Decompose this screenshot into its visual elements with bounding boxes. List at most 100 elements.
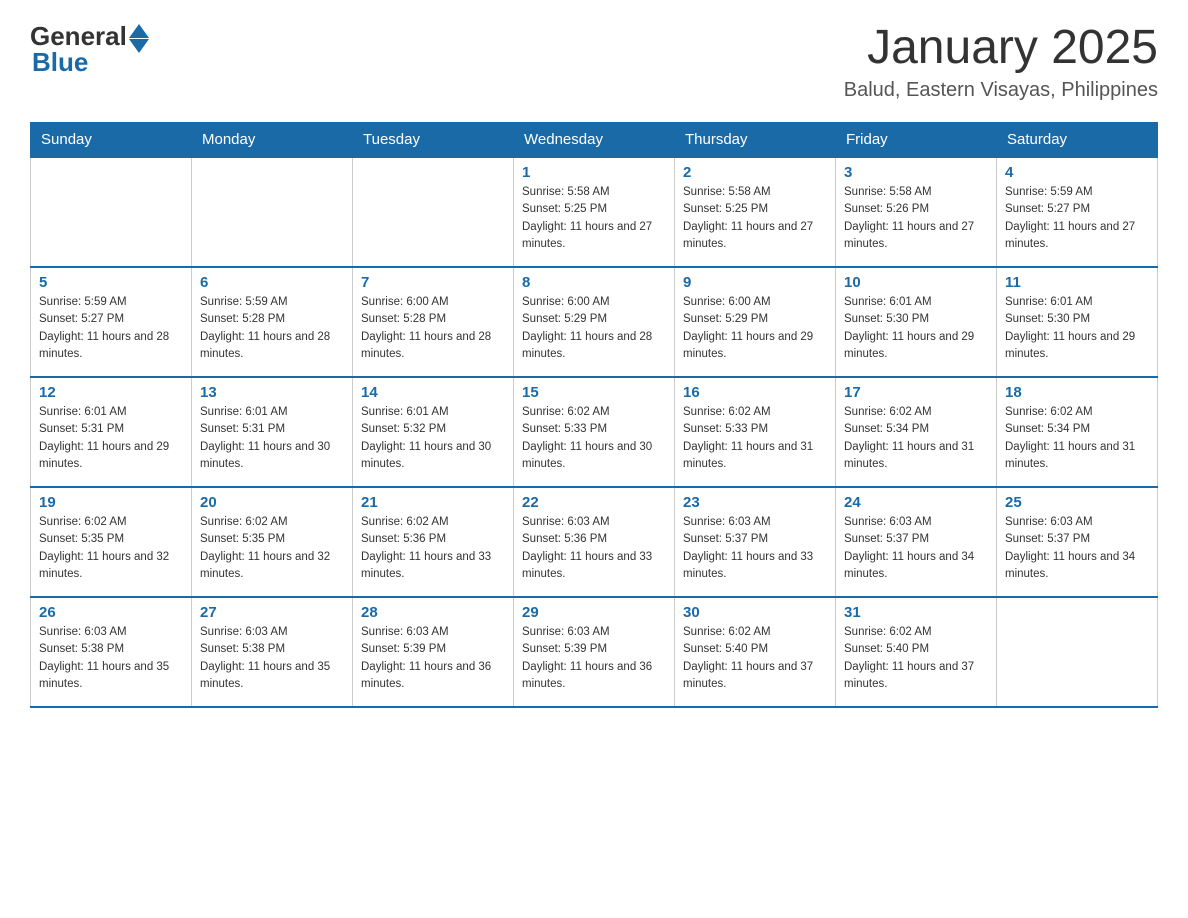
calendar-cell: 12 Sunrise: 6:01 AM Sunset: 5:31 PM Dayli…: [31, 377, 192, 487]
day-number: 8: [522, 274, 666, 291]
day-number: 2: [683, 164, 827, 181]
calendar-cell: 6 Sunrise: 5:59 AM Sunset: 5:28 PM Daylig…: [192, 267, 353, 377]
calendar-week-row: 1Sunrise: 5:58 AM Sunset: 5:25 PM Daylig…: [31, 157, 1158, 267]
day-info: Sunrise: 5:59 AM Sunset: 5:27 PM Dayligh…: [39, 294, 183, 363]
calendar-cell: 19 Sunrise: 6:02 AM Sunset: 5:35 PM Dayli…: [31, 487, 192, 597]
day-number: 15: [522, 384, 666, 401]
calendar-week-row: 5 Sunrise: 5:59 AM Sunset: 5:27 PM Daylig…: [31, 267, 1158, 377]
day-info: Sunrise: 6:02 AM Sunset: 5:40 PM Dayligh…: [844, 624, 988, 693]
calendar-cell: 25 Sunrise: 6:03 AM Sunset: 5:37 PM Dayli…: [997, 487, 1158, 597]
day-info: Sunrise: 6:03 AM Sunset: 5:37 PM Dayligh…: [844, 514, 988, 583]
calendar-cell: 15 Sunrise: 6:02 AM Sunset: 5:33 PM Dayli…: [514, 377, 675, 487]
calendar-cell: 27 Sunrise: 6:03 AM Sunset: 5:38 PM Dayli…: [192, 597, 353, 707]
day-number: 4: [1005, 164, 1149, 181]
day-number: 21: [361, 494, 505, 511]
day-number: 26: [39, 604, 183, 621]
logo: General Blue: [30, 20, 149, 78]
day-number: 12: [39, 384, 183, 401]
day-number: 9: [683, 274, 827, 291]
day-number: 3: [844, 164, 988, 181]
calendar-cell: 23Sunrise: 6:03 AM Sunset: 5:37 PM Dayli…: [675, 487, 836, 597]
day-of-week-header: Sunday: [31, 123, 192, 158]
calendar-cell: 16 Sunrise: 6:02 AM Sunset: 5:33 PM Dayli…: [675, 377, 836, 487]
day-info: Sunrise: 5:58 AM Sunset: 5:25 PM Dayligh…: [683, 184, 827, 253]
logo-blue: Blue: [32, 47, 88, 78]
calendar-cell: [31, 157, 192, 267]
day-info: Sunrise: 6:02 AM Sunset: 5:35 PM Dayligh…: [39, 514, 183, 583]
day-number: 10: [844, 274, 988, 291]
calendar-cell: [997, 597, 1158, 707]
day-info: Sunrise: 6:00 AM Sunset: 5:28 PM Dayligh…: [361, 294, 505, 363]
day-of-week-header: Wednesday: [514, 123, 675, 158]
day-number: 16: [683, 384, 827, 401]
day-number: 20: [200, 494, 344, 511]
day-number: 25: [1005, 494, 1149, 511]
day-info: Sunrise: 6:03 AM Sunset: 5:38 PM Dayligh…: [39, 624, 183, 693]
calendar-cell: 14 Sunrise: 6:01 AM Sunset: 5:32 PM Dayli…: [353, 377, 514, 487]
calendar-cell: 26 Sunrise: 6:03 AM Sunset: 5:38 PM Dayli…: [31, 597, 192, 707]
day-of-week-header: Monday: [192, 123, 353, 158]
day-number: 28: [361, 604, 505, 621]
calendar-cell: 3Sunrise: 5:58 AM Sunset: 5:26 PM Daylig…: [836, 157, 997, 267]
calendar-cell: 9 Sunrise: 6:00 AM Sunset: 5:29 PM Daylig…: [675, 267, 836, 377]
day-number: 23: [683, 494, 827, 511]
day-of-week-header: Tuesday: [353, 123, 514, 158]
day-number: 18: [1005, 384, 1149, 401]
day-of-week-header: Thursday: [675, 123, 836, 158]
day-of-week-header: Saturday: [997, 123, 1158, 158]
calendar-cell: 8 Sunrise: 6:00 AM Sunset: 5:29 PM Daylig…: [514, 267, 675, 377]
calendar-week-row: 26 Sunrise: 6:03 AM Sunset: 5:38 PM Dayli…: [31, 597, 1158, 707]
day-info: Sunrise: 6:01 AM Sunset: 5:31 PM Dayligh…: [200, 404, 344, 473]
calendar-cell: 31 Sunrise: 6:02 AM Sunset: 5:40 PM Dayli…: [836, 597, 997, 707]
calendar-cell: 1Sunrise: 5:58 AM Sunset: 5:25 PM Daylig…: [514, 157, 675, 267]
day-info: Sunrise: 6:02 AM Sunset: 5:34 PM Dayligh…: [844, 404, 988, 473]
calendar-table: SundayMondayTuesdayWednesdayThursdayFrid…: [30, 122, 1158, 708]
day-info: Sunrise: 6:00 AM Sunset: 5:29 PM Dayligh…: [683, 294, 827, 363]
calendar-header: SundayMondayTuesdayWednesdayThursdayFrid…: [31, 123, 1158, 158]
day-info: Sunrise: 6:01 AM Sunset: 5:32 PM Dayligh…: [361, 404, 505, 473]
calendar-cell: 4 Sunrise: 5:59 AM Sunset: 5:27 PM Daylig…: [997, 157, 1158, 267]
day-info: Sunrise: 6:00 AM Sunset: 5:29 PM Dayligh…: [522, 294, 666, 363]
day-info: Sunrise: 6:02 AM Sunset: 5:33 PM Dayligh…: [683, 404, 827, 473]
calendar-cell: [192, 157, 353, 267]
day-number: 30: [683, 604, 827, 621]
calendar-cell: [353, 157, 514, 267]
day-number: 14: [361, 384, 505, 401]
calendar-cell: 24 Sunrise: 6:03 AM Sunset: 5:37 PM Dayli…: [836, 487, 997, 597]
day-number: 27: [200, 604, 344, 621]
page-header: General Blue January 2025 Balud, Eastern…: [30, 20, 1158, 102]
day-info: Sunrise: 6:01 AM Sunset: 5:31 PM Dayligh…: [39, 404, 183, 473]
calendar-week-row: 19 Sunrise: 6:02 AM Sunset: 5:35 PM Dayli…: [31, 487, 1158, 597]
calendar-cell: 22Sunrise: 6:03 AM Sunset: 5:36 PM Dayli…: [514, 487, 675, 597]
day-number: 29: [522, 604, 666, 621]
day-number: 7: [361, 274, 505, 291]
day-info: Sunrise: 6:02 AM Sunset: 5:36 PM Dayligh…: [361, 514, 505, 583]
day-info: Sunrise: 5:59 AM Sunset: 5:27 PM Dayligh…: [1005, 184, 1149, 253]
day-of-week-header: Friday: [836, 123, 997, 158]
day-info: Sunrise: 6:03 AM Sunset: 5:36 PM Dayligh…: [522, 514, 666, 583]
day-number: 5: [39, 274, 183, 291]
day-info: Sunrise: 6:03 AM Sunset: 5:37 PM Dayligh…: [1005, 514, 1149, 583]
day-info: Sunrise: 6:03 AM Sunset: 5:38 PM Dayligh…: [200, 624, 344, 693]
day-info: Sunrise: 6:01 AM Sunset: 5:30 PM Dayligh…: [844, 294, 988, 363]
day-info: Sunrise: 6:03 AM Sunset: 5:39 PM Dayligh…: [522, 624, 666, 693]
day-info: Sunrise: 6:02 AM Sunset: 5:40 PM Dayligh…: [683, 624, 827, 693]
month-title: January 2025: [844, 20, 1158, 75]
title-area: January 2025 Balud, Eastern Visayas, Phi…: [844, 20, 1158, 102]
calendar-cell: 10 Sunrise: 6:01 AM Sunset: 5:30 PM Dayli…: [836, 267, 997, 377]
calendar-cell: 5 Sunrise: 5:59 AM Sunset: 5:27 PM Daylig…: [31, 267, 192, 377]
day-number: 11: [1005, 274, 1149, 291]
location-subtitle: Balud, Eastern Visayas, Philippines: [844, 79, 1158, 102]
day-info: Sunrise: 6:02 AM Sunset: 5:33 PM Dayligh…: [522, 404, 666, 473]
calendar-cell: 28Sunrise: 6:03 AM Sunset: 5:39 PM Dayli…: [353, 597, 514, 707]
day-info: Sunrise: 5:59 AM Sunset: 5:28 PM Dayligh…: [200, 294, 344, 363]
day-number: 6: [200, 274, 344, 291]
calendar-cell: 13Sunrise: 6:01 AM Sunset: 5:31 PM Dayli…: [192, 377, 353, 487]
calendar-cell: 30 Sunrise: 6:02 AM Sunset: 5:40 PM Dayli…: [675, 597, 836, 707]
calendar-cell: 7 Sunrise: 6:00 AM Sunset: 5:28 PM Daylig…: [353, 267, 514, 377]
day-number: 31: [844, 604, 988, 621]
calendar-cell: 21 Sunrise: 6:02 AM Sunset: 5:36 PM Dayli…: [353, 487, 514, 597]
day-number: 19: [39, 494, 183, 511]
day-number: 24: [844, 494, 988, 511]
day-number: 17: [844, 384, 988, 401]
